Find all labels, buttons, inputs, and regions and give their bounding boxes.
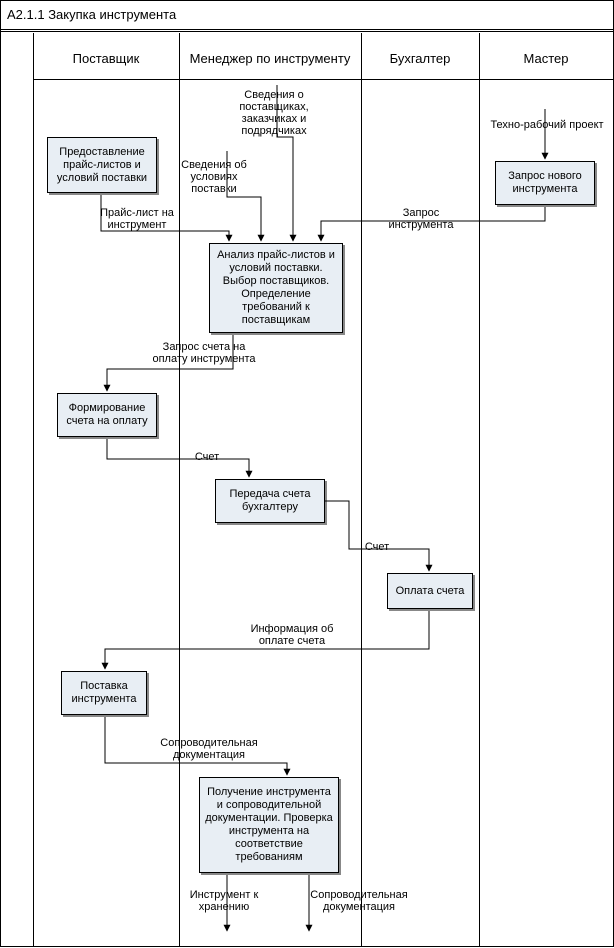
diagram-frame: А2.1.1 Закупка инструмента Поставщик Мен… <box>0 0 614 947</box>
lane-divider <box>479 33 480 946</box>
label-payment-info: Информация об оплате счета <box>237 623 347 647</box>
box-payment: Оплата счета <box>387 573 473 609</box>
lane-header-accountant: Бухгалтер <box>361 45 479 73</box>
lane-header-border <box>33 79 179 80</box>
diagram-title: А2.1.1 Закупка инструмента <box>1 1 613 32</box>
box-receive: Получение инструмента и сопроводительной… <box>199 777 339 873</box>
label-invoice-req: Запрос счета на оплату инструмента <box>149 341 259 365</box>
lane-header-supplier: Поставщик <box>33 45 179 73</box>
lane-header-master: Мастер <box>479 45 613 73</box>
box-request-new: Запрос нового инструмента <box>495 161 595 205</box>
label-tool-store: Инструмент к хранению <box>179 889 269 913</box>
lane-header-border <box>361 79 479 80</box>
label-tech-project: Техно-рабочий проект <box>489 119 605 131</box>
box-invoice-pass: Передача счета бухгалтеру <box>215 479 325 523</box>
label-pricelist: Прайс-лист на инструмент <box>87 207 187 231</box>
label-delivery-terms: Сведения об условиях поставки <box>169 159 259 195</box>
box-delivery: Поставка инструмента <box>61 671 147 715</box>
label-tool-request: Запрос инструмента <box>381 207 461 231</box>
label-supplier-info: Сведения о поставщиках, заказчиках и под… <box>219 89 329 137</box>
lane-divider <box>33 33 34 946</box>
box-invoice-form: Формирование счета на оплату <box>57 393 157 437</box>
label-invoice1: Счет <box>187 451 227 463</box>
label-docs-out: Сопроводительная документация <box>299 889 419 913</box>
lane-header-border <box>179 79 361 80</box>
label-invoice2: Счет <box>357 541 397 553</box>
lane-header-border <box>479 79 613 80</box>
lane-divider <box>361 33 362 946</box>
box-provide-pricelists: Предоставление прайс-листов и условий по… <box>47 137 157 193</box>
lane-header-manager: Менеджер по инструменту <box>179 45 361 73</box>
label-docs: Сопроводительная документация <box>149 737 269 761</box>
box-analysis: Анализ прайс-листов и условий поставки. … <box>209 243 343 333</box>
